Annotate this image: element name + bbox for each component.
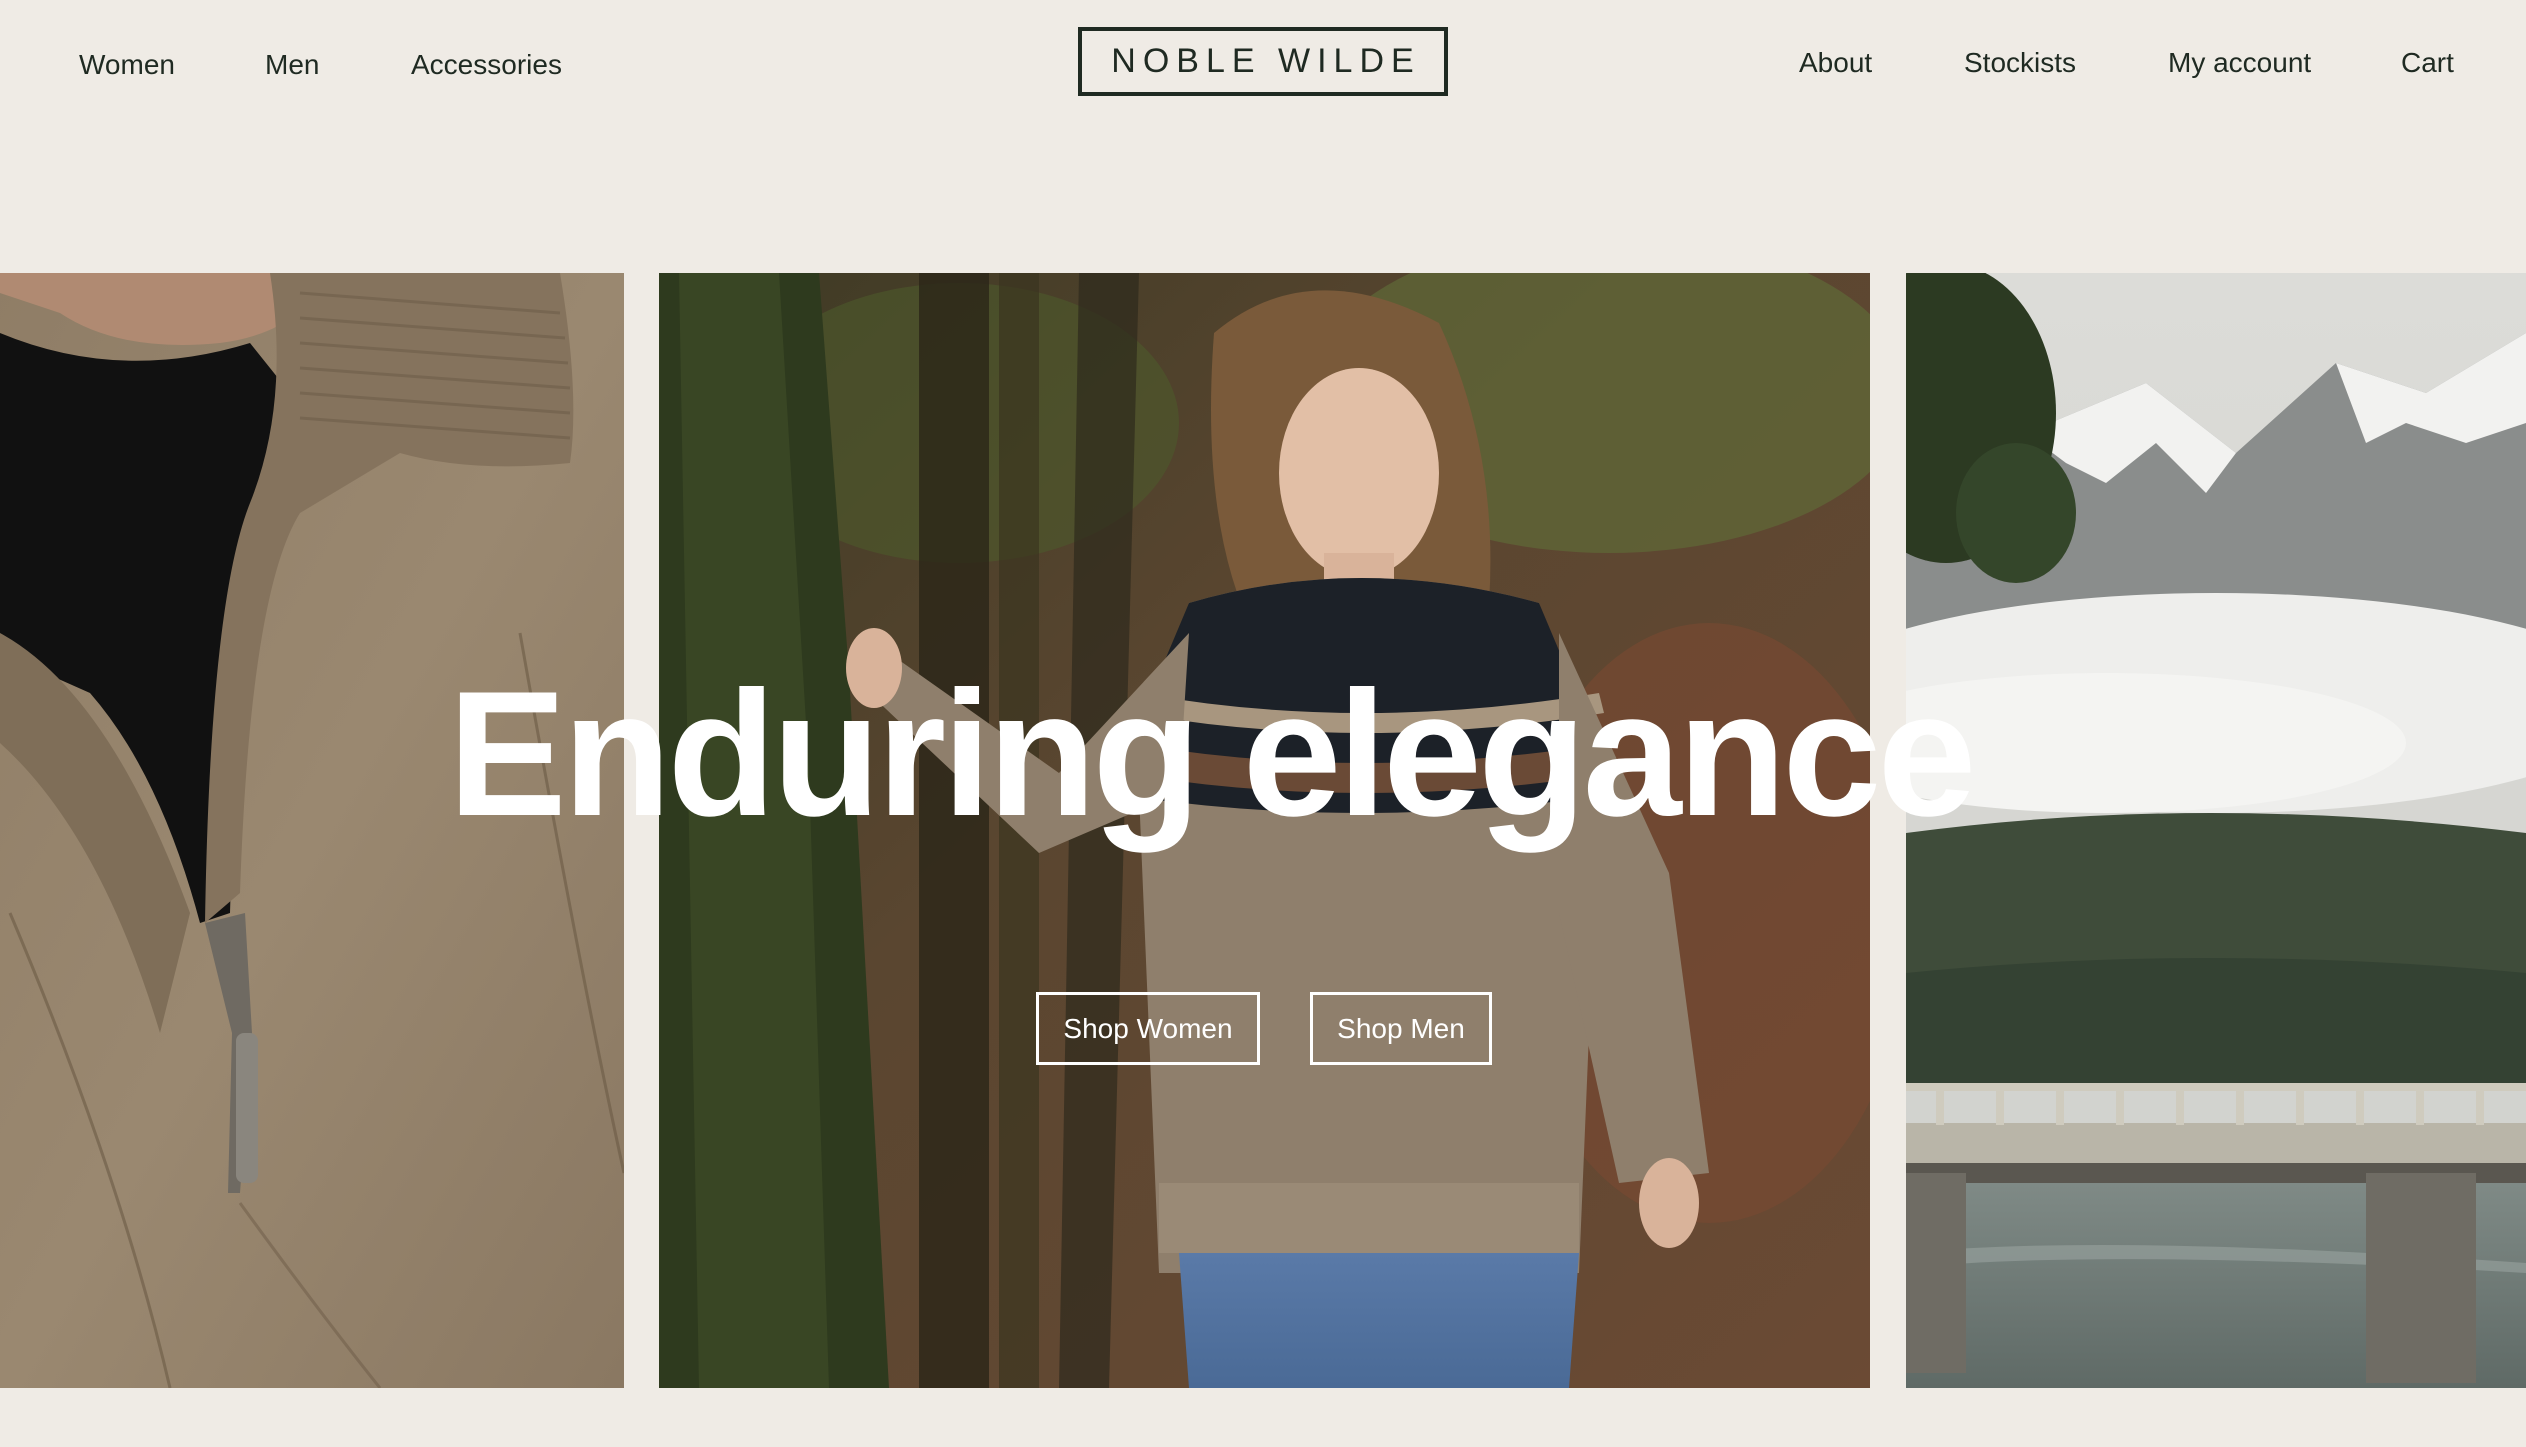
brand-logo-text: NOBLE WILDE (1111, 42, 1421, 80)
brand-logo[interactable]: NOBLE WILDE (1078, 27, 1448, 96)
nav-about-link[interactable]: About (1799, 49, 1872, 77)
nav-my-account-link[interactable]: My account (2168, 49, 2311, 77)
nav-women-link[interactable]: Women (79, 51, 175, 79)
page: Women Men Accessories NOBLE WILDE About … (0, 0, 2526, 1447)
nav-accessories-link[interactable]: Accessories (411, 51, 562, 79)
nav-cart-link[interactable]: Cart (2401, 49, 2454, 77)
hero-image-mountain-bridge (1906, 273, 2526, 1388)
nav-stockists-link[interactable]: Stockists (1964, 49, 2076, 77)
nav-men-link[interactable]: Men (265, 51, 319, 79)
hero-headline: Enduring elegance (448, 654, 1976, 853)
shop-men-button[interactable]: Shop Men (1310, 992, 1492, 1065)
shop-women-button[interactable]: Shop Women (1036, 992, 1260, 1065)
